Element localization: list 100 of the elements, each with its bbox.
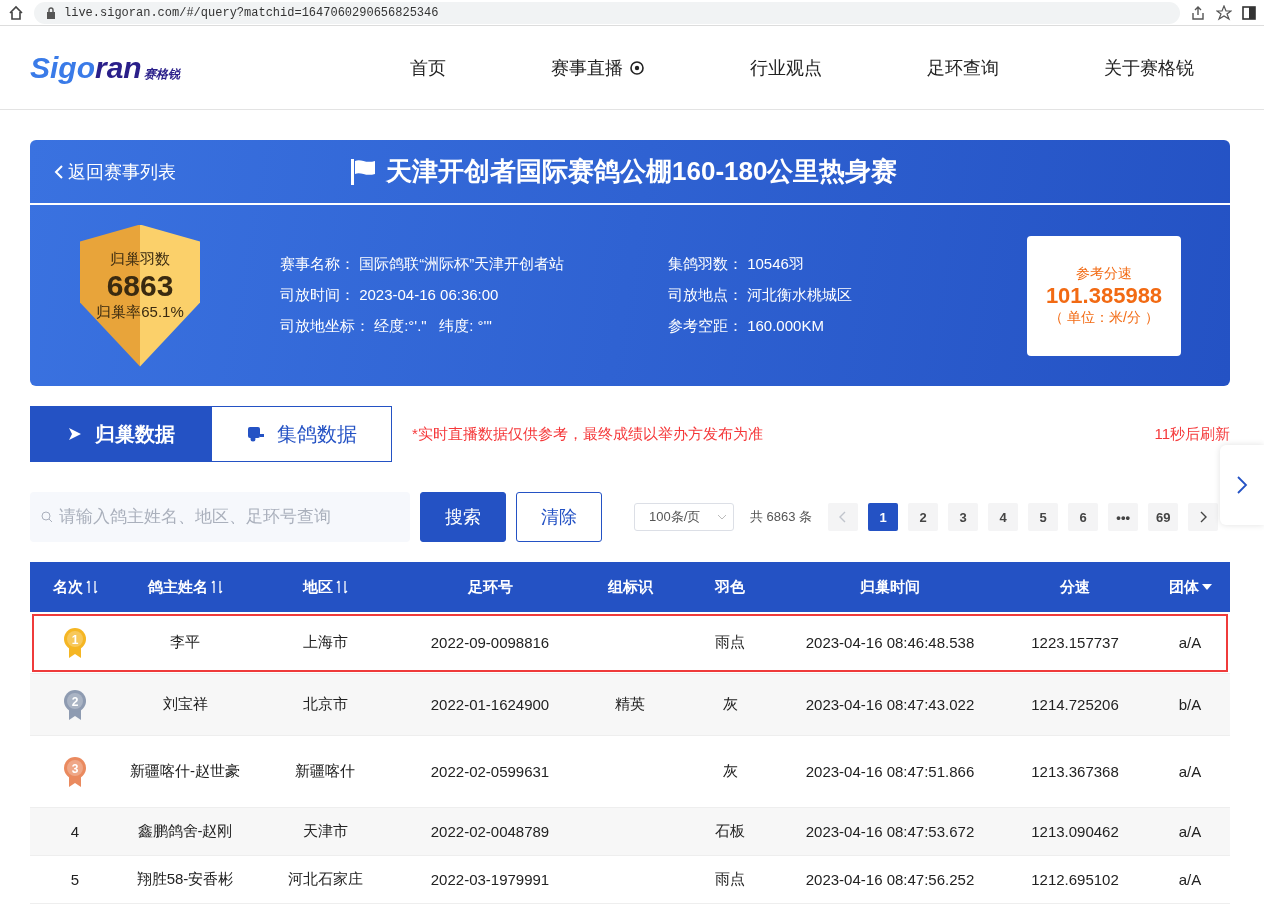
column-header[interactable]: 鸽主姓名 bbox=[147, 577, 208, 597]
chevron-left-icon bbox=[839, 511, 848, 523]
url-text: live.sigoran.com/#/query?matchid=1647060290656825346 bbox=[64, 5, 439, 20]
table-cell-text: 上海市 bbox=[301, 633, 349, 652]
table-cell-text: 4 bbox=[69, 823, 81, 840]
table-cell-text: 翔胜58-安香彬 bbox=[135, 870, 235, 889]
info-text: 集鸽羽数： 10546羽 bbox=[668, 255, 805, 274]
info-text: 司放时间： 2023-04-16 06:36:00 bbox=[280, 286, 500, 305]
table-cell-text: 2022-09-0098816 bbox=[429, 634, 551, 651]
logo[interactable]: Sigoran 赛格锐 bbox=[30, 50, 410, 85]
table-cell-text: 1214.725206 bbox=[1030, 696, 1120, 713]
table-cell-text: 1213.090462 bbox=[1030, 823, 1120, 840]
page-button[interactable]: 4 bbox=[988, 503, 1019, 531]
chevron-right-icon bbox=[1236, 475, 1248, 495]
notice-text: *实时直播数据仅供参考，最终成绩以举办方发布为准 bbox=[412, 424, 764, 444]
search-button[interactable]: 搜索 bbox=[420, 492, 506, 542]
share-icon[interactable] bbox=[1190, 4, 1206, 21]
column-header: 归巢时间 bbox=[860, 577, 920, 597]
column-header[interactable]: 名次 bbox=[52, 577, 83, 597]
table-cell-text: 河北石家庄 bbox=[286, 870, 364, 889]
table-cell-text: 2023-04-16 08:47:56.252 bbox=[804, 871, 976, 888]
data-tab[interactable]: 归巢数据 bbox=[30, 406, 211, 462]
table-cell-text: 精英 bbox=[614, 695, 646, 714]
live-icon bbox=[629, 59, 645, 76]
sort-icon[interactable] bbox=[335, 580, 348, 594]
nav-link[interactable]: 首页 bbox=[410, 55, 446, 80]
returned-count: 6863 bbox=[106, 268, 174, 303]
address-bar[interactable]: live.sigoran.com/#/query?matchid=1647060290656825346 bbox=[34, 1, 1180, 24]
return-rate: 归巢率65.1% bbox=[96, 302, 184, 322]
column-header: 足环号 bbox=[467, 577, 513, 597]
nav-link[interactable]: 关于赛格锐 bbox=[1104, 55, 1194, 80]
sort-icon[interactable] bbox=[85, 580, 98, 594]
star-icon[interactable] bbox=[1216, 4, 1232, 21]
chevron-left-icon bbox=[54, 163, 64, 180]
sort-icon[interactable] bbox=[210, 580, 223, 594]
table-cell-text: 北京市 bbox=[301, 695, 349, 714]
home-icon[interactable] bbox=[8, 4, 24, 21]
caret-icon[interactable] bbox=[1201, 584, 1212, 590]
table-cell-text: 灰 bbox=[721, 695, 739, 714]
table-cell-text: a/A bbox=[1177, 871, 1203, 888]
match-title: 天津开创者国际赛鸽公棚160-180公里热身赛 bbox=[386, 155, 898, 188]
table-cell-text: 鑫鹏鸽舍-赵刚 bbox=[136, 822, 234, 841]
nav-link[interactable]: 足环查询 bbox=[927, 55, 999, 80]
info-text: 赛事名称： 国际鸽联“洲际杯”天津开创者站 bbox=[280, 255, 566, 274]
table-cell-text: 1213.367368 bbox=[1030, 763, 1120, 780]
chevron-right-icon bbox=[1199, 511, 1208, 523]
table-cell-text: 刘宝祥 bbox=[161, 695, 209, 714]
nav-link[interactable]: 行业观点 bbox=[750, 55, 822, 80]
table-cell-text: 新疆喀什-赵世豪 bbox=[129, 762, 241, 781]
page-button[interactable]: 69 bbox=[1148, 503, 1179, 531]
page-button[interactable]: 3 bbox=[948, 503, 979, 531]
speed-value: 101.385988 bbox=[1045, 282, 1163, 309]
sidebar-icon[interactable] bbox=[1242, 5, 1256, 20]
speed-label: 参考分速 bbox=[1076, 264, 1132, 283]
info-text: 参考空距： 160.000KM bbox=[668, 317, 825, 336]
table-cell-text: 雨点 bbox=[714, 870, 746, 889]
table-cell-text: 雨点 bbox=[714, 633, 746, 652]
table-cell-text: 2022-01-1624900 bbox=[429, 696, 551, 713]
table-cell-text: a/A bbox=[1177, 763, 1203, 780]
column-header[interactable]: 团体 bbox=[1168, 577, 1199, 597]
table-cell-text: a/A bbox=[1177, 634, 1203, 651]
column-header: 羽色 bbox=[715, 577, 745, 597]
column-header: 组标识 bbox=[607, 577, 653, 597]
page-button[interactable]: 5 bbox=[1028, 503, 1059, 531]
table-cell-text: 李平 bbox=[169, 633, 201, 652]
refresh-countdown: 11秒后刷新 bbox=[1154, 424, 1230, 444]
table-cell-text: 2023-04-16 08:46:48.538 bbox=[804, 634, 976, 651]
total-count: 共 6863 条 bbox=[750, 508, 813, 526]
caret-icon bbox=[717, 514, 727, 520]
table-cell-text: 灰 bbox=[721, 762, 739, 781]
table-cell-text: b/A bbox=[1177, 696, 1203, 713]
page-button[interactable]: ••• bbox=[1108, 503, 1139, 531]
page-button[interactable]: 6 bbox=[1068, 503, 1099, 531]
table-cell-text: 5 bbox=[69, 871, 81, 888]
page-button[interactable]: 2 bbox=[908, 503, 939, 531]
page-size-select[interactable]: 100条/页 bbox=[634, 503, 734, 531]
shield-label: 归巢羽数 bbox=[110, 249, 170, 269]
search-field[interactable]: 请输入鸽主姓名、地区、足环号查询 bbox=[30, 492, 410, 542]
play-icon bbox=[66, 426, 83, 442]
back-link[interactable]: 返回赛事列表 bbox=[54, 159, 350, 184]
table-cell-text: 2023-04-16 08:47:51.866 bbox=[804, 763, 976, 780]
table-cell-text: a/A bbox=[1177, 823, 1203, 840]
back-label: 返回赛事列表 bbox=[68, 160, 176, 184]
table-cell-text: 2023-04-16 08:47:53.672 bbox=[804, 823, 976, 840]
speed-unit: （ 单位：米/分 ） bbox=[1049, 308, 1159, 327]
table-cell-text: 2022-02-0048789 bbox=[429, 823, 551, 840]
data-tab[interactable]: 集鸽数据 bbox=[211, 406, 392, 462]
search-icon bbox=[41, 511, 53, 523]
page-button[interactable]: 1 bbox=[868, 503, 899, 531]
flag-icon bbox=[350, 157, 376, 186]
table-cell-text: 石板 bbox=[714, 822, 746, 841]
table-cell-text: 1212.695102 bbox=[1030, 871, 1120, 888]
info-text: 司放地坐标： 经度:°'." 纬度: °'" bbox=[280, 317, 493, 336]
nav-link[interactable]: 赛事直播 bbox=[551, 55, 645, 80]
table-cell-text: 新疆喀什 bbox=[294, 762, 356, 781]
table-cell-text: 1223.157737 bbox=[1030, 634, 1120, 651]
clear-button[interactable]: 清除 bbox=[516, 492, 602, 542]
lock-icon bbox=[46, 6, 56, 19]
table-cell-text: 2022-03-1979991 bbox=[429, 871, 551, 888]
column-header[interactable]: 地区 bbox=[302, 577, 333, 597]
